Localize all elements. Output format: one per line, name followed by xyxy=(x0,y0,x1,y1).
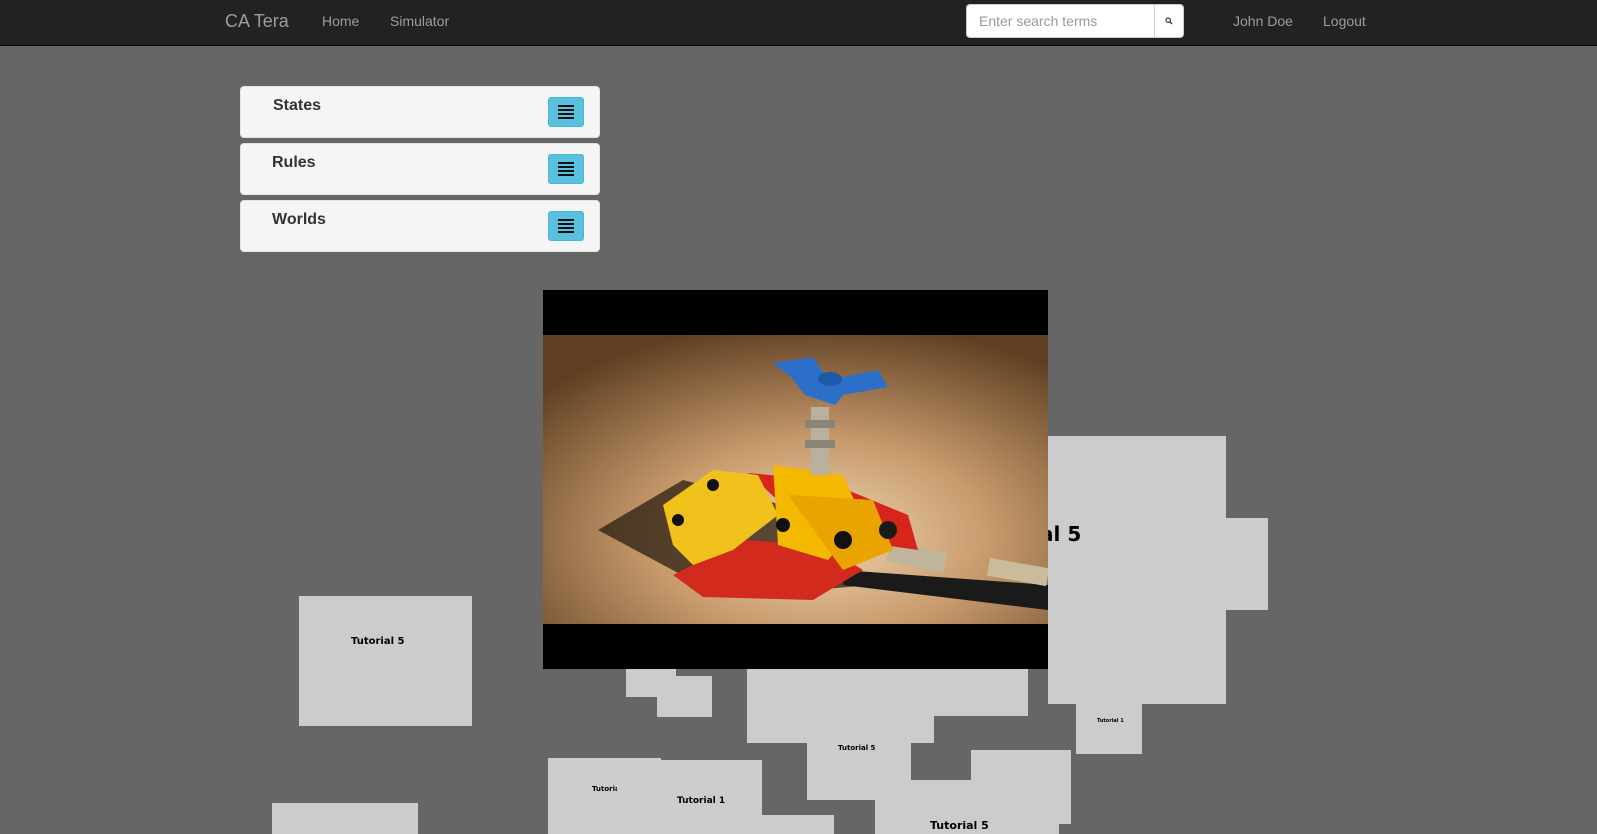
lego-model-image xyxy=(543,335,1048,624)
brand-link[interactable]: CA Tera xyxy=(225,0,289,42)
list-icon xyxy=(558,162,574,176)
tutorial-tile-small-label: Tutorial 1 xyxy=(1097,718,1124,724)
rules-panel[interactable]: Rules xyxy=(240,143,600,195)
worlds-panel-title: Worlds xyxy=(272,211,326,228)
tutorial-5-tile-small-label: Tutorial 5 xyxy=(838,744,876,752)
tutorial-5-tile-bottom[interactable]: Tutorial 5 xyxy=(875,780,1059,834)
tile-fragment[interactable] xyxy=(762,815,834,834)
rules-menu-button[interactable] xyxy=(548,154,584,184)
navbar: CA Tera Home Simulator John Doe Logout xyxy=(0,0,1597,46)
tile-fragment[interactable] xyxy=(657,676,712,717)
tutorial-1-tile-label: Tutorial 1 xyxy=(677,796,726,806)
tutorial-5-tile-label: Tutorial 5 xyxy=(351,636,405,647)
list-icon xyxy=(558,219,574,233)
logout-link[interactable]: Logout xyxy=(1323,0,1366,42)
states-menu-button[interactable] xyxy=(548,97,584,127)
user-name-link[interactable]: John Doe xyxy=(1233,0,1293,42)
tile-fragment[interactable] xyxy=(272,803,418,834)
nav-simulator-link[interactable]: Simulator xyxy=(390,0,449,42)
list-icon xyxy=(558,105,574,119)
rules-panel-title: Rules xyxy=(272,154,316,171)
tutorial-1-tile[interactable]: Tutorial 1 xyxy=(617,760,762,834)
tutorial-5-tile[interactable]: Tutorial 5 xyxy=(299,596,472,726)
tutorial-tile-edge[interactable] xyxy=(1226,518,1268,610)
tutorial-5-tile-bottom-label: Tutorial 5 xyxy=(930,819,989,832)
tutorial-tile-large[interactable] xyxy=(1048,436,1226,704)
worlds-panel[interactable]: Worlds xyxy=(240,200,600,252)
states-panel[interactable]: States xyxy=(240,86,600,138)
tile-fragment[interactable] xyxy=(747,669,934,743)
video-player[interactable] xyxy=(543,290,1048,669)
states-panel-title: States xyxy=(273,97,322,114)
tile-fragment[interactable] xyxy=(934,669,1028,716)
tutorial-tile-small[interactable]: Tutorial 1 xyxy=(1076,704,1142,754)
search-input[interactable] xyxy=(966,4,1154,38)
search-icon xyxy=(1165,17,1173,25)
nav-home-link[interactable]: Home xyxy=(322,0,359,42)
worlds-menu-button[interactable] xyxy=(548,211,584,241)
search-button[interactable] xyxy=(1154,4,1184,38)
